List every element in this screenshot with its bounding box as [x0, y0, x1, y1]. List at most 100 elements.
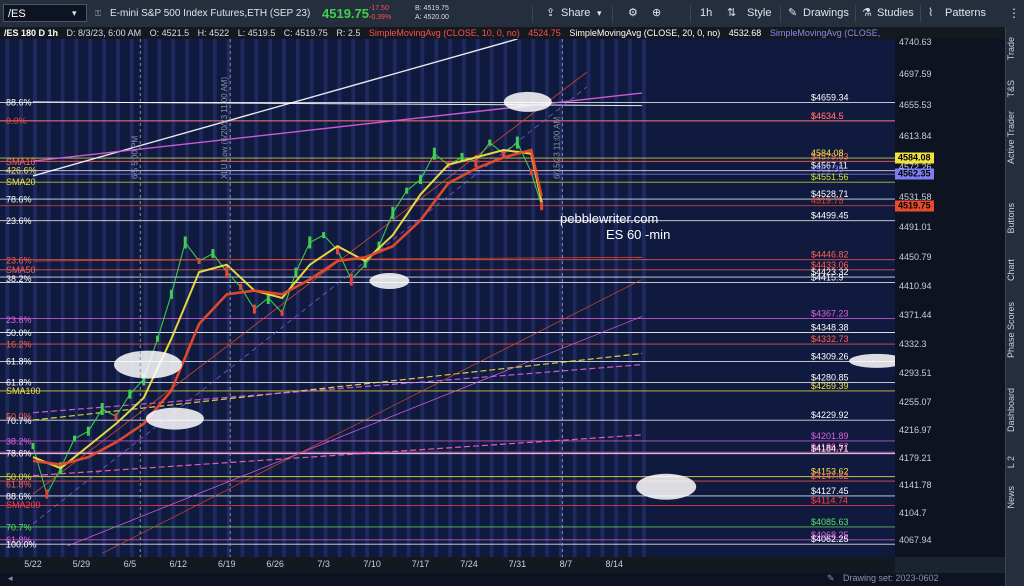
fib-label: SMA20 — [6, 177, 36, 187]
chart-canvas[interactable]: $4659.34$4634.5$4634.5$4579.634584.08$45… — [0, 39, 895, 557]
watermark-line2: ES 60 -min — [606, 227, 670, 242]
time-axis-tick: 5/29 — [72, 559, 91, 569]
drawings-icon[interactable]: ✎ — [788, 0, 797, 27]
price-candle — [211, 249, 215, 259]
level-label: $4309.26 — [811, 351, 849, 361]
price-candle — [308, 236, 312, 249]
price-axis-tick: 4450.79 — [899, 251, 932, 262]
rail-tab-news[interactable]: News — [1006, 486, 1024, 509]
sma20-study-value: 4532.68 — [728, 28, 762, 38]
price-candle — [515, 136, 519, 149]
session-band — [614, 39, 619, 557]
zoom-icon[interactable]: ⊕ — [652, 0, 661, 27]
event-marker-label: XLU Low (6/20/23 11:00 AM) — [220, 77, 229, 179]
rail-tab-chart[interactable]: Chart — [1006, 259, 1024, 281]
studies-button[interactable]: Studies — [877, 0, 914, 27]
price-chart[interactable]: $4659.34 $4634.5 $4634.5 $4579.63 4584.08 $45… — [0, 39, 895, 557]
studies-icon[interactable]: ⚗ — [862, 0, 872, 27]
level-label: $4229.92 — [811, 410, 849, 420]
time-axis[interactable]: 5/22 5/29 6/5 6/12 6/19 6/26 7/3 7/10 7/17 7/24 7/… — [0, 557, 895, 573]
session-band — [102, 39, 107, 557]
level-label: $4332.73 — [811, 334, 849, 344]
session-band — [254, 39, 259, 557]
price-axis-tick: 4104.7 — [899, 507, 927, 518]
highlight-ellipse — [849, 353, 895, 368]
watermark-line1: pebblewriter.com — [560, 211, 658, 226]
patterns-icon[interactable]: ⌇ — [928, 0, 933, 27]
level-label: $4634.5 — [811, 111, 844, 121]
session-band — [46, 39, 51, 557]
session-band — [489, 39, 494, 557]
level-label: $4348.38 — [811, 322, 849, 332]
session-band — [33, 39, 37, 557]
time-axis-tick: 5/22 — [24, 559, 42, 569]
time-axis-tick: 7/24 — [460, 559, 478, 569]
fib-label: SMA100 — [6, 386, 41, 396]
session-band — [462, 39, 466, 557]
rail-tab-phase-scores[interactable]: Phase Scores — [1006, 302, 1024, 358]
right-side-panel: Trade T&S Active Trader Buttons Chart Phase S… — [1005, 27, 1024, 586]
session-band — [517, 39, 522, 557]
style-button[interactable]: Style — [747, 0, 771, 27]
rail-tab-l-2[interactable]: L 2 — [1006, 456, 1024, 468]
interval-selector[interactable]: 1h — [700, 0, 712, 27]
patterns-button[interactable]: Patterns — [945, 0, 986, 27]
price-candle — [363, 261, 367, 268]
symbol-dropdown-icon[interactable]: ▾ — [72, 0, 77, 27]
price-candle — [540, 201, 544, 211]
sma10-study-label[interactable]: SimpleMovingAvg (CLOSE, 10, 0, no) — [369, 27, 520, 39]
rail-tab-buttons[interactable]: Buttons — [1006, 203, 1024, 234]
drawings-button[interactable]: Drawings — [803, 0, 849, 27]
fib-label: 23.6% — [6, 315, 32, 325]
session-band — [531, 39, 536, 557]
sma10-study-value: 4524.75 — [528, 28, 561, 38]
price-candle — [169, 289, 173, 299]
price-candle — [391, 206, 395, 219]
price-axis-tick: 4371.44 — [899, 310, 932, 321]
price-axis-tick: 4491.01 — [899, 221, 932, 232]
level-label: $4446.82 — [811, 250, 849, 260]
lock-icon[interactable]: ⚿ — [95, 0, 101, 27]
fib-label: 78.6% — [6, 448, 32, 458]
price-change: -17.50 — [369, 5, 389, 12]
session-band — [572, 39, 577, 557]
bar-date: D: 8/3/23, 6:00 AM — [66, 28, 142, 38]
price-candle — [128, 389, 132, 399]
share-icon[interactable]: ⇪ — [546, 0, 555, 27]
price-candle — [225, 266, 229, 279]
share-dropdown-icon[interactable]: ▾ — [597, 0, 602, 27]
rail-tab-t-s[interactable]: T&S — [1006, 80, 1024, 98]
rail-tab-trade[interactable]: Trade — [1006, 37, 1024, 60]
level-label: $4367.23 — [811, 309, 849, 319]
price-axis-tick: 4255.07 — [899, 396, 932, 407]
price-candle — [419, 175, 423, 185]
session-band — [309, 39, 314, 557]
price-axis-tick: 4740.63 — [899, 37, 932, 48]
symbol-description: E-mini S&P 500 Index Futures,ETH (SEP 23… — [110, 8, 311, 19]
bar-open: O: 4521.5 — [149, 28, 190, 38]
price-candle — [73, 435, 77, 442]
sma20-study-label[interactable]: SimpleMovingAvg (CLOSE, 20, 0, no) — [569, 27, 720, 39]
price-axis-tick: 4697.59 — [899, 69, 932, 80]
price-candle — [405, 187, 409, 194]
scroll-left-icon[interactable]: ◂ — [8, 573, 13, 584]
bid-price: B: 4519.75 — [415, 5, 449, 12]
sma-extra-study-label[interactable]: SimpleMovingAvg (CLOSE, — [770, 27, 880, 39]
share-button[interactable]: Share — [561, 0, 590, 27]
style-icon[interactable]: ⇅ — [727, 0, 736, 27]
rail-tab-dashboard[interactable]: Dashboard — [1006, 388, 1024, 432]
session-band — [545, 39, 549, 557]
drawing-set-icon[interactable]: ✎ — [827, 573, 835, 584]
level-label: $4114.74 — [811, 495, 848, 505]
drawing-set-label[interactable]: Drawing set: 2023-0602 — [843, 573, 939, 583]
session-band — [586, 39, 591, 557]
session-band — [337, 39, 342, 557]
more-menu-icon[interactable]: ⋮ — [1008, 0, 1020, 27]
status-footer: ◂ ✎ Drawing set: 2023-0602 — [0, 573, 1005, 586]
price-axis[interactable]: 4740.63 4697.59 4655.53 4613.84 4572.26 4531.… — [895, 37, 1005, 557]
time-axis-tick: 8/7 — [559, 559, 573, 569]
settings-icon[interactable]: ⚙ — [628, 0, 638, 27]
rail-tab-active-trader[interactable]: Active Trader — [1006, 111, 1024, 164]
session-band — [323, 39, 328, 557]
session-band — [199, 39, 203, 557]
